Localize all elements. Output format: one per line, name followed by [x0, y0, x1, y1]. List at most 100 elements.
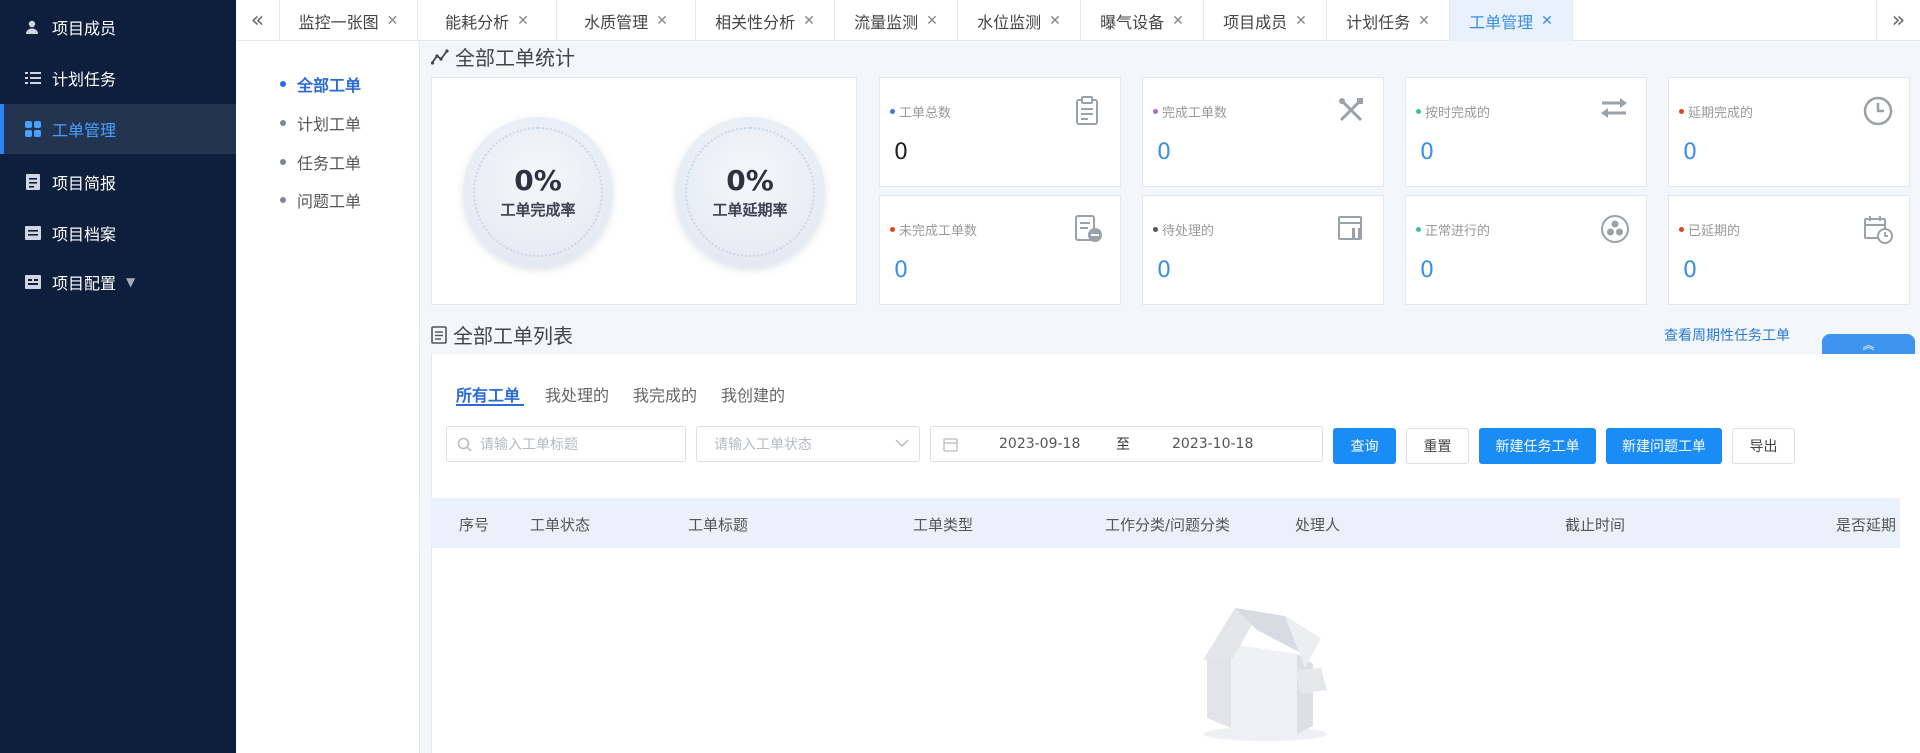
- stat-label-text: 延期完成的: [1688, 106, 1754, 121]
- stat-label-text: 已延期的: [1688, 224, 1741, 239]
- tools-icon: [1337, 96, 1367, 126]
- active-tab-underline: [456, 404, 524, 406]
- subnav-plan-orders[interactable]: 计划工单: [280, 111, 361, 135]
- stat-label-text: 待处理的: [1162, 224, 1215, 239]
- tab-energy[interactable]: 能耗分析 ✕: [418, 0, 557, 41]
- status-select[interactable]: 请输入工单状态: [696, 426, 920, 462]
- close-icon[interactable]: ✕: [387, 13, 399, 29]
- column-header-index: 序号: [459, 516, 490, 534]
- close-icon[interactable]: ✕: [1541, 13, 1553, 29]
- subnav-issue-orders[interactable]: 问题工单: [280, 188, 361, 212]
- column-header-deadline: 截止时间: [1565, 516, 1626, 534]
- gauge-ring: [685, 127, 815, 257]
- tab-plan-tasks[interactable]: 计划任务 ✕: [1327, 0, 1450, 41]
- stat-card-delayed-completed: 延期完成的 0: [1668, 77, 1910, 187]
- date-start[interactable]: 2023-09-18: [999, 436, 1080, 452]
- tab-bar: « 监控一张图 ✕ 能耗分析 ✕ 水质管理 ✕ 相关性分析 ✕ 流量监测 ✕ 水位监测 ✕ …: [236, 0, 1920, 41]
- query-button[interactable]: 查询: [1333, 428, 1396, 464]
- status-dot: [1153, 109, 1158, 114]
- stat-value: 0: [1157, 140, 1171, 165]
- tab-work-orders[interactable]: 工单管理 ✕: [1450, 0, 1573, 41]
- stat-label: 正常进行的: [1416, 220, 1490, 239]
- collapse-stats-button[interactable]: ︽: [1822, 334, 1915, 354]
- new-task-order-button[interactable]: 新建任务工单: [1479, 428, 1596, 464]
- subnav-label: 问题工单: [297, 192, 362, 211]
- close-icon[interactable]: ✕: [1049, 13, 1061, 29]
- subnav-task-orders[interactable]: 任务工单: [280, 150, 361, 174]
- tab-label: 计划任务: [1346, 12, 1411, 32]
- list-icon: [24, 69, 42, 87]
- grid-icon: [24, 120, 42, 138]
- table-header: 序号 工单状态 工单标题 工单类型 工作分类/问题分类 处理人 截止时间 是否延…: [431, 498, 1900, 548]
- chevron-double-up-icon: ︽: [1862, 337, 1875, 352]
- stat-label: 待处理的: [1153, 220, 1214, 239]
- column-header-title: 工单标题: [688, 516, 749, 534]
- sidebar-item-label: 项目配置: [52, 274, 117, 293]
- sidebar-item-members[interactable]: 项目成员: [0, 2, 236, 52]
- subnav-label: 任务工单: [297, 154, 362, 173]
- export-button[interactable]: 导出: [1732, 428, 1795, 464]
- calendar-clock-icon: [1863, 214, 1893, 244]
- status-dot: [1416, 227, 1421, 232]
- stat-label-text: 未完成工单数: [899, 224, 978, 239]
- close-icon[interactable]: ✕: [803, 13, 815, 29]
- stat-value: 0: [1420, 140, 1434, 165]
- close-icon[interactable]: ✕: [1172, 13, 1184, 29]
- tabs-scroll-left-icon[interactable]: «: [236, 0, 280, 41]
- tab-label: 曝气设备: [1100, 12, 1165, 32]
- status-placeholder: 请输入工单状态: [714, 437, 812, 453]
- bullet: [280, 81, 286, 87]
- date-end[interactable]: 2023-10-18: [1172, 436, 1253, 452]
- new-issue-order-button[interactable]: 新建问题工单: [1606, 428, 1722, 464]
- reset-button[interactable]: 重置: [1406, 428, 1469, 464]
- sidebar-item-config[interactable]: 项目配置 ▼: [0, 257, 236, 307]
- status-dot: [890, 109, 895, 114]
- tab-label: 流量监测: [854, 12, 919, 32]
- trend-icon: [431, 48, 449, 65]
- sidebar-item-plan-tasks[interactable]: 计划任务: [0, 53, 236, 103]
- sidebar-item-briefing[interactable]: 项目简报: [0, 157, 236, 207]
- tab-my-created[interactable]: 我创建的: [721, 382, 785, 406]
- tab-water-quality[interactable]: 水质管理 ✕: [557, 0, 696, 41]
- tab-all-orders[interactable]: 所有工单: [456, 382, 520, 406]
- tab-aeration[interactable]: 曝气设备 ✕: [1081, 0, 1204, 41]
- work-order-subnav: [236, 41, 420, 753]
- sidebar: 项目成员 计划任务 工单管理 项目简报 项目档案 项目配置 ▼: [0, 0, 236, 753]
- sidebar-item-archive[interactable]: 项目档案: [0, 208, 236, 258]
- completion-rate-gauge: 0% 工单完成率: [463, 117, 613, 267]
- stat-value: 0: [1157, 258, 1171, 283]
- tab-my-completed[interactable]: 我完成的: [633, 382, 697, 406]
- stat-label: 工单总数: [890, 102, 951, 121]
- stat-label-text: 按时完成的: [1425, 106, 1491, 121]
- stat-label: 延期完成的: [1679, 102, 1753, 121]
- tab-my-handled[interactable]: 我处理的: [545, 382, 609, 406]
- tabs-scroll-right-icon[interactable]: »: [1876, 0, 1920, 41]
- stat-value: 0: [894, 140, 908, 165]
- tab-monitor-map[interactable]: 监控一张图 ✕: [280, 0, 418, 41]
- document-lines-icon: [431, 325, 447, 344]
- close-icon[interactable]: ✕: [926, 13, 938, 29]
- stat-card-total: 工单总数 0: [879, 77, 1121, 187]
- close-icon[interactable]: ✕: [1418, 13, 1430, 29]
- tab-members[interactable]: 项目成员 ✕: [1204, 0, 1327, 41]
- status-dot: [1153, 227, 1158, 232]
- date-range-picker[interactable]: 2023-09-18 至 2023-10-18: [930, 426, 1323, 462]
- periodic-orders-link[interactable]: 查看周期性任务工单: [1664, 325, 1790, 345]
- close-icon[interactable]: ✕: [517, 13, 529, 29]
- column-header-type: 工单类型: [913, 516, 974, 534]
- close-icon[interactable]: ✕: [1295, 13, 1307, 29]
- search-input[interactable]: 请输入工单标题: [446, 426, 686, 462]
- stat-label: 完成工单数: [1153, 102, 1227, 121]
- stat-label-text: 正常进行的: [1425, 224, 1491, 239]
- tab-correlation[interactable]: 相关性分析 ✕: [696, 0, 835, 41]
- sidebar-item-label: 项目档案: [52, 225, 117, 244]
- stat-card-on-time: 按时完成的 0: [1405, 77, 1647, 187]
- close-icon[interactable]: ✕: [656, 13, 668, 29]
- sidebar-item-work-orders[interactable]: 工单管理: [0, 104, 236, 154]
- subnav-all-orders[interactable]: 全部工单: [280, 72, 361, 96]
- subnav-label: 计划工单: [297, 115, 362, 134]
- tab-water-level[interactable]: 水位监测 ✕: [958, 0, 1081, 41]
- doc-minus-icon: [1074, 214, 1104, 244]
- tab-flow[interactable]: 流量监测 ✕: [835, 0, 958, 41]
- date-separator: 至: [1116, 437, 1130, 453]
